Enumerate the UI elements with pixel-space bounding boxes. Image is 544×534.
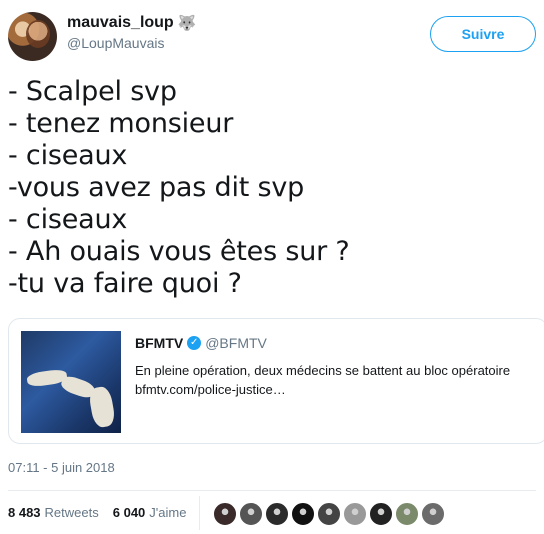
liker-avatar[interactable] — [213, 502, 237, 526]
verified-badge-icon: ✓ — [187, 336, 202, 350]
card-source: BFMTV ✓ @BFMTV — [135, 333, 539, 353]
liker-avatars — [213, 502, 445, 526]
card-body: BFMTV ✓ @BFMTV En pleine opération, deux… — [135, 333, 539, 399]
user-handle[interactable]: @LoupMauvais — [67, 33, 196, 53]
card-thumbnail-image — [21, 331, 121, 433]
retweets-label: Retweets — [44, 505, 99, 520]
follow-button[interactable]: Suivre — [430, 16, 536, 52]
user-names: mauvais_loup 🐺 @LoupMauvais — [67, 13, 196, 53]
tweet-line: - Scalpel svp — [8, 76, 177, 107]
liker-avatar[interactable] — [395, 502, 419, 526]
card-link: bfmtv.com/police-justice… — [135, 382, 286, 397]
liker-avatar[interactable] — [369, 502, 393, 526]
liker-avatar[interactable] — [343, 502, 367, 526]
tweet-line: - Ah ouais vous êtes sur ? — [8, 236, 350, 267]
divider — [8, 490, 536, 491]
wolf-emoji-icon: 🐺 — [177, 14, 197, 32]
liker-avatar[interactable] — [291, 502, 315, 526]
liker-avatar[interactable] — [265, 502, 289, 526]
tweet-line: -tu va faire quoi ? — [8, 268, 242, 299]
user-avatar[interactable] — [8, 12, 57, 61]
card-source-name: BFMTV — [135, 335, 184, 351]
tweet-line: - ciseaux — [8, 204, 128, 235]
card-source-handle: @BFMTV — [205, 335, 267, 351]
tweet-timestamp[interactable]: 07:11 - 5 juin 2018 — [8, 460, 115, 475]
tweet-header: mauvais_loup 🐺 @LoupMauvais Suivre — [8, 12, 536, 62]
retweets-count: 8 483 — [8, 505, 41, 520]
tweet-line: - ciseaux — [8, 140, 128, 171]
retweets-stat[interactable]: 8 483 Retweets — [8, 505, 99, 520]
liker-avatar[interactable] — [317, 502, 341, 526]
stats-separator — [199, 496, 200, 530]
liker-avatar[interactable] — [421, 502, 445, 526]
display-name-text: mauvais_loup — [67, 14, 174, 31]
user-display-name[interactable]: mauvais_loup 🐺 — [67, 13, 196, 33]
tweet-line: - tenez monsieur — [8, 108, 234, 139]
card-description: En pleine opération, deux médecins se ba… — [135, 363, 511, 378]
liker-avatar[interactable] — [239, 502, 263, 526]
likes-label: J'aime — [149, 505, 187, 520]
tweet-text: - Scalpel svp - tenez monsieur - ciseaux… — [8, 76, 536, 300]
tweet-stats: 8 483 Retweets 6 040 J'aime — [8, 505, 200, 520]
likes-count: 6 040 — [112, 505, 146, 520]
link-preview-card[interactable]: BFMTV ✓ @BFMTV En pleine opération, deux… — [8, 318, 544, 444]
likes-stat[interactable]: 6 040 J'aime — [113, 505, 187, 520]
tweet-line: -vous avez pas dit svp — [8, 172, 305, 203]
